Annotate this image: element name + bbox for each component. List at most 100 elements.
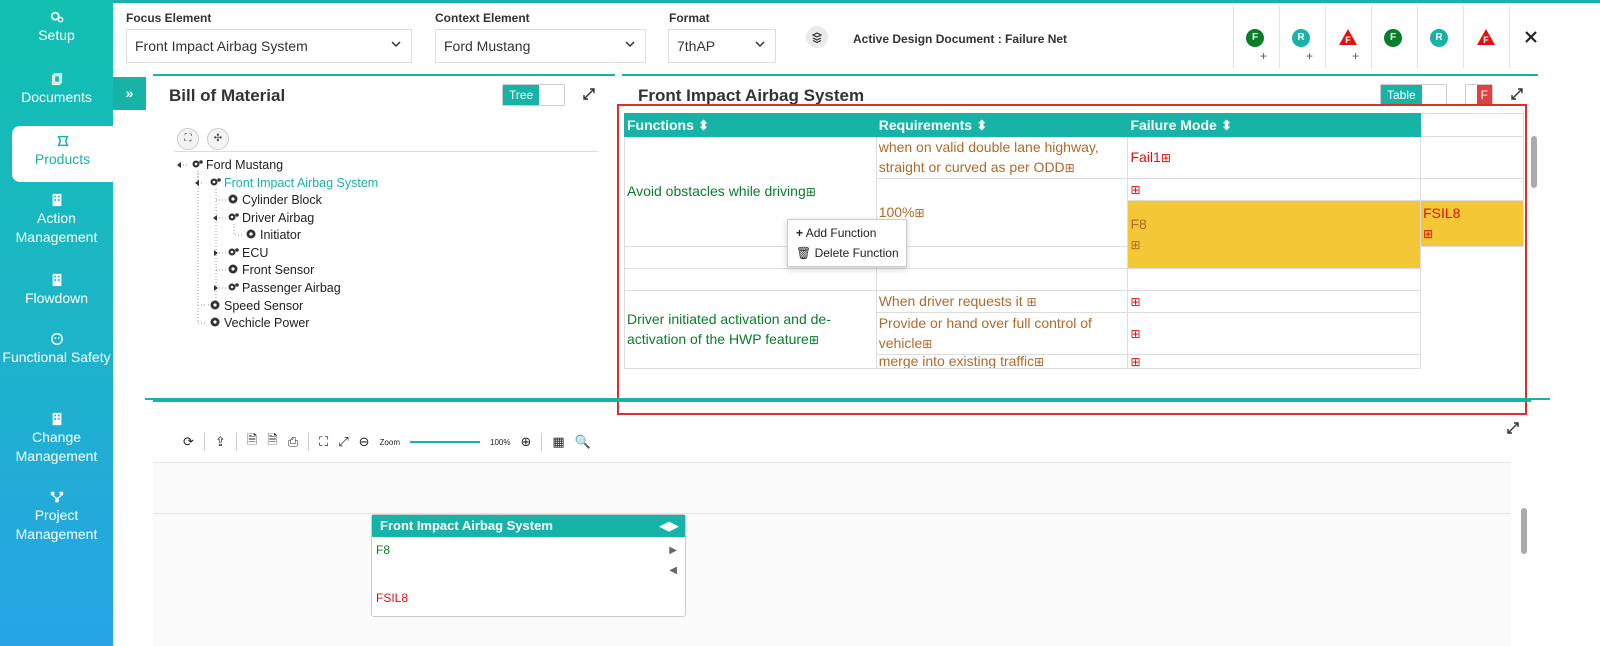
fit-screen-icon[interactable]: ⛶ — [319, 434, 328, 450]
part-gear-icon — [228, 264, 238, 274]
failure-mode-highlighted-cell[interactable]: F8 ⊞ — [1127, 200, 1422, 269]
grid-icon[interactable]: ▦ — [552, 434, 564, 450]
part-gear-icon — [210, 317, 220, 327]
table-scrollbar[interactable] — [1529, 120, 1539, 382]
table-toggle-label: Table — [1381, 85, 1422, 105]
tree-item[interactable]: Initiator — [245, 228, 301, 242]
zoom-in-icon[interactable]: ⊕ — [520, 434, 531, 450]
tree-item[interactable]: Cylinder Block — [227, 193, 322, 207]
layers-icon — [811, 32, 823, 44]
node-title-text: Front Impact Airbag System — [380, 518, 553, 533]
failure-mode-cell[interactable]: ⊞ — [1127, 312, 1422, 355]
tree-item[interactable]: Front Sensor — [227, 263, 314, 277]
add-failure-badge-button[interactable]: F + — [1325, 6, 1371, 68]
hierarchy-icon: ⊞ — [1130, 327, 1141, 341]
diagram-scrollbar[interactable] — [1519, 468, 1529, 646]
trash-icon: 🗑 — [796, 246, 812, 260]
expand-icon[interactable] — [583, 88, 595, 100]
print-icon[interactable]: ⎙ — [288, 434, 298, 450]
requirement-cell[interactable]: merge into existing traffic⊞ — [875, 354, 1129, 369]
context-element-label: Context Element — [435, 11, 530, 25]
close-button[interactable] — [1509, 6, 1555, 68]
failure-mode-text: Fail1 — [1130, 149, 1161, 165]
failure-net-table: Functions ⬍ Requirements ⬍ Failure Mode … — [624, 113, 1524, 369]
menu-item-label: Add Function — [805, 226, 877, 240]
failure-mode-cell[interactable]: ⊞ — [1127, 290, 1422, 313]
zoom-slider[interactable] — [410, 441, 480, 443]
expand-sidebar-button[interactable]: » — [113, 77, 146, 110]
sidebar-item-documents[interactable]: Documents — [0, 72, 113, 122]
add-requirement-badge-button[interactable]: R + — [1279, 6, 1325, 68]
prev-arrow-icon[interactable]: ◀ — [659, 518, 669, 533]
requirements-column-header[interactable]: Requirements ⬍ — [875, 113, 1129, 137]
function-badge-button[interactable]: F — [1371, 6, 1417, 68]
export-svg-icon[interactable]: 🗎 — [247, 431, 257, 453]
double-chevron-right-icon: » — [125, 85, 134, 101]
sidebar-item-change-management[interactable]: Change Management — [0, 412, 113, 472]
upload-icon[interactable]: ⇪ — [215, 434, 226, 450]
focus-element-select[interactable]: Front Impact Airbag System — [126, 29, 412, 63]
bom-panel-title: Bill of Material — [169, 86, 286, 105]
delete-function-menu-item[interactable]: 🗑 Delete Function — [796, 243, 899, 263]
failure-mode-cell[interactable]: ⊞ — [1127, 178, 1422, 201]
bom-view-toggle[interactable]: Tree — [502, 84, 565, 106]
fsil-cell[interactable]: FSIL8 ⊞ — [1420, 200, 1524, 247]
functions-column-header[interactable]: Functions ⬍ — [624, 113, 877, 137]
layers-button[interactable] — [806, 26, 828, 48]
requirement-badge-button[interactable]: R — [1417, 6, 1463, 68]
diagram-node[interactable]: Front Impact Airbag System ◀▶ F8 FSIL8 ▶… — [371, 514, 686, 617]
expand-icon[interactable] — [1507, 422, 1519, 434]
requirement-badge-icon: R — [1292, 29, 1310, 47]
focus-element-label: Focus Element — [126, 11, 212, 25]
tree-item-label: Ford Mustang — [206, 158, 284, 172]
sidebar-item-functional-safety[interactable]: Functional Safety — [0, 332, 113, 392]
failure-mode-cell[interactable]: ⊞ — [1127, 354, 1422, 369]
building-icon — [52, 412, 61, 426]
failure-filter-toggle[interactable]: F — [1465, 84, 1493, 106]
caret-right-icon[interactable]: ▶ — [669, 545, 677, 556]
diagram-canvas[interactable]: Front Impact Airbag System ◀▶ F8 FSIL8 ▶… — [153, 462, 1511, 646]
requirement-cell[interactable]: Provide or hand over full control of veh… — [875, 312, 1129, 355]
sidebar-item-products[interactable]: Products — [12, 126, 113, 182]
export-png-icon[interactable]: 🗎 — [267, 431, 277, 453]
tree-item[interactable]: Driver Airbag — [227, 211, 314, 225]
requirement-cell[interactable]: when on valid double lane highway, strai… — [875, 136, 1129, 179]
close-icon — [1525, 31, 1537, 43]
context-element-select[interactable]: Ford Mustang — [435, 29, 646, 63]
scrollbar-thumb[interactable] — [1531, 136, 1537, 188]
search-zoom-icon[interactable]: 🔍 — [575, 434, 591, 450]
tree-item[interactable]: Passenger Airbag — [227, 281, 341, 295]
tree-item[interactable]: Speed Sensor — [209, 299, 303, 313]
empty-cell — [1421, 269, 1524, 291]
failure-triangle-icon: F — [1339, 29, 1357, 45]
sidebar-item-action-management[interactable]: Action Management — [0, 193, 113, 253]
requirement-cell[interactable]: When driver requests it ⊞ — [875, 290, 1129, 313]
scrollbar-thumb[interactable] — [1521, 508, 1527, 554]
failure-mode-cell[interactable]: Fail1⊞ — [1127, 136, 1422, 179]
format-select[interactable]: 7thAP — [668, 29, 776, 63]
assembly-gear-icon — [210, 178, 221, 186]
sidebar-item-flowdown[interactable]: Flowdown — [0, 273, 113, 313]
fullscreen-icon[interactable]: ⤢ — [338, 434, 348, 450]
zoom-out-icon[interactable]: ⊖ — [359, 434, 370, 450]
function-cell[interactable]: Driver initiated activation and de-activ… — [624, 290, 877, 369]
refresh-icon[interactable]: ⟳ — [183, 434, 194, 450]
failure-mode-column-header[interactable]: Failure Mode ⬍ — [1127, 113, 1422, 137]
empty-cell — [1420, 178, 1524, 201]
requirement-cell[interactable]: 100%⊞ — [875, 178, 1129, 247]
table-view-toggle[interactable]: Table — [1380, 84, 1447, 106]
tree-item[interactable]: Ford Mustang — [191, 158, 283, 172]
add-function-badge-button[interactable]: F + — [1233, 6, 1279, 68]
expand-icon[interactable] — [1511, 88, 1523, 100]
add-function-menu-item[interactable]: + Add Function — [796, 223, 876, 243]
next-arrow-icon[interactable]: ▶ — [669, 518, 679, 533]
failure-badge-button[interactable]: F — [1463, 6, 1509, 68]
tree-item[interactable]: ECU — [227, 246, 268, 260]
caret-left-icon[interactable]: ◀ — [669, 565, 677, 576]
tree-item[interactable]: Vechicle Power — [209, 316, 309, 330]
tree-item-selected[interactable]: Front Impact Airbag System — [209, 176, 378, 190]
sidebar-item-project-management[interactable]: Project Management — [0, 490, 113, 550]
separator — [541, 433, 543, 451]
sidebar-item-setup[interactable]: Setup — [0, 10, 113, 60]
building-icon — [52, 273, 61, 287]
